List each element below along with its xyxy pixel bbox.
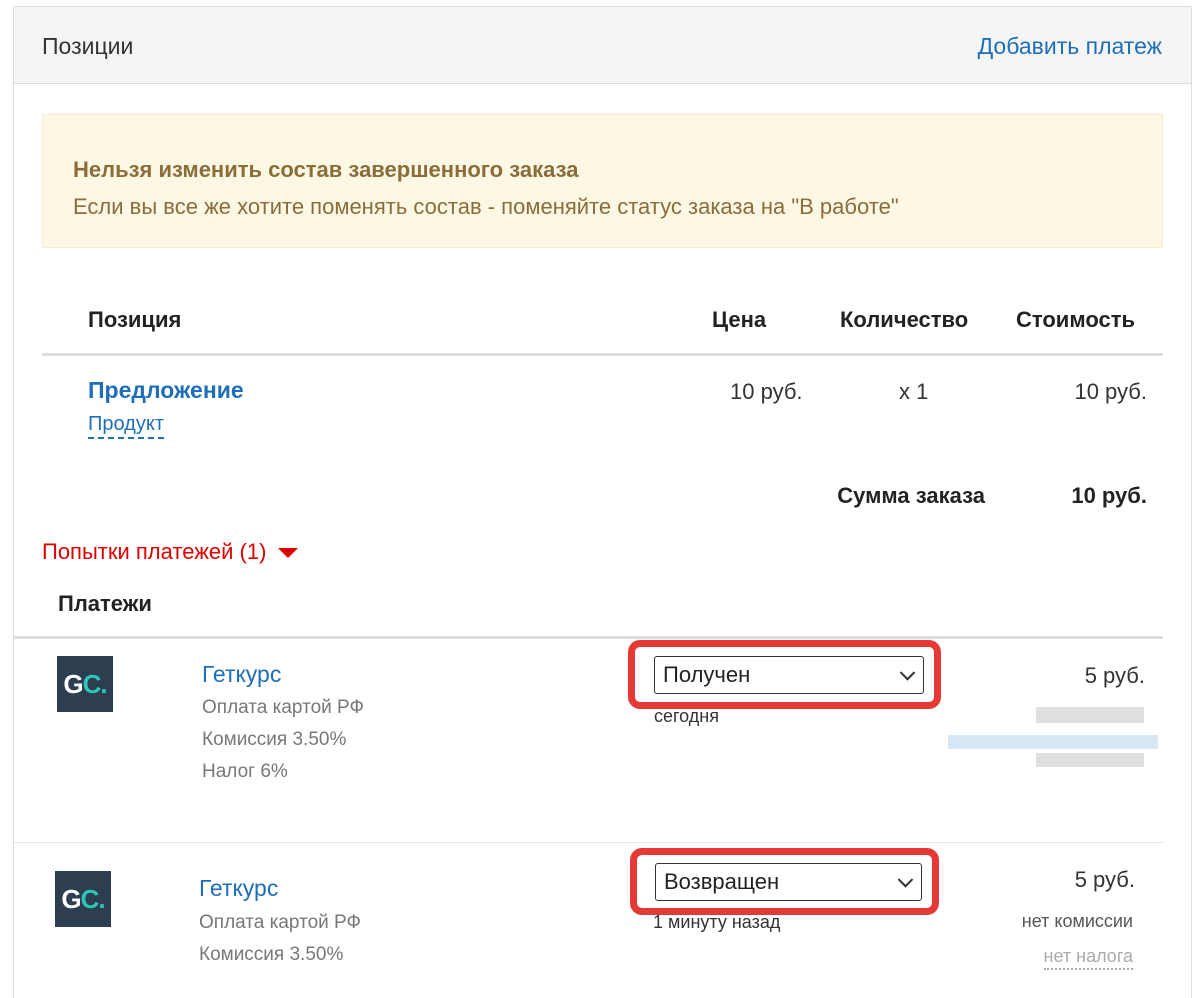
payment-status-value: Получен xyxy=(663,662,751,687)
payment-attempts-toggle[interactable]: Попытки платежей (1) xyxy=(42,539,299,565)
panel-header: Позиции Добавить платеж xyxy=(14,7,1191,84)
column-header-quantity: Количество xyxy=(840,307,969,332)
order-positions-panel: Позиции Добавить платеж Нельзя изменить … xyxy=(13,6,1192,998)
alert-text: Если вы все же хотите поменять состав - … xyxy=(73,194,899,219)
payments-row-divider xyxy=(14,842,1163,843)
product-link[interactable]: Продукт xyxy=(88,413,164,439)
payment-amount: 5 руб. xyxy=(1074,867,1135,892)
position-price: 10 руб. xyxy=(730,379,803,404)
column-header-position: Позиция xyxy=(88,307,182,332)
caret-down-icon xyxy=(278,548,299,558)
no-commission-label: нет комиссии xyxy=(1021,911,1133,931)
warning-alert: Нельзя изменить состав завершенного зака… xyxy=(42,114,1163,248)
payment-time: 1 минуту назад xyxy=(653,912,781,932)
payment-status-select[interactable]: Возвращен xyxy=(655,863,922,901)
payments-title: Платежи xyxy=(58,591,152,616)
add-payment-link[interactable]: Добавить платеж xyxy=(978,33,1162,60)
payment-method: Оплата картой РФ xyxy=(202,697,364,718)
offer-link[interactable]: Предложение xyxy=(88,377,244,404)
blurred-detail xyxy=(948,735,1158,749)
payment-status-value: Возвращен xyxy=(664,869,780,894)
payment-time: сегодня xyxy=(654,706,719,726)
order-total-label: Сумма заказа xyxy=(837,483,985,508)
payment-method: Оплата картой РФ xyxy=(199,912,361,933)
payment-commission: Комиссия 3.50% xyxy=(202,729,347,750)
payment-provider-link[interactable]: Геткурс xyxy=(199,875,278,902)
payment-tax: Налог 6% xyxy=(202,761,288,782)
panel-title: Позиции xyxy=(42,33,134,59)
payment-commission: Комиссия 3.50% xyxy=(199,944,344,965)
payment-provider-link[interactable]: Геткурс xyxy=(202,661,281,688)
payment-attempts-label: Попытки платежей (1) xyxy=(42,539,267,564)
payment-amount: 5 руб. xyxy=(1084,663,1145,688)
payment-status-select[interactable]: Получен xyxy=(654,656,924,694)
no-tax-link[interactable]: нет налога xyxy=(1043,946,1133,970)
column-header-price: Цена xyxy=(712,307,767,332)
blurred-tax xyxy=(1036,753,1144,767)
chevron-down-icon xyxy=(899,665,916,681)
position-quantity: x 1 xyxy=(899,379,929,404)
chevron-down-icon xyxy=(897,872,914,888)
getcourse-logo: G C. xyxy=(55,871,111,927)
table-header-divider xyxy=(42,353,1163,356)
getcourse-logo: G C. xyxy=(57,656,113,712)
payments-divider xyxy=(14,636,1163,639)
alert-title: Нельзя изменить состав завершенного зака… xyxy=(73,157,579,182)
order-total-value: 10 руб. xyxy=(1071,483,1147,508)
column-header-cost: Стоимость xyxy=(1016,307,1136,332)
blurred-commission xyxy=(1036,707,1144,723)
position-cost: 10 руб. xyxy=(1074,379,1147,404)
